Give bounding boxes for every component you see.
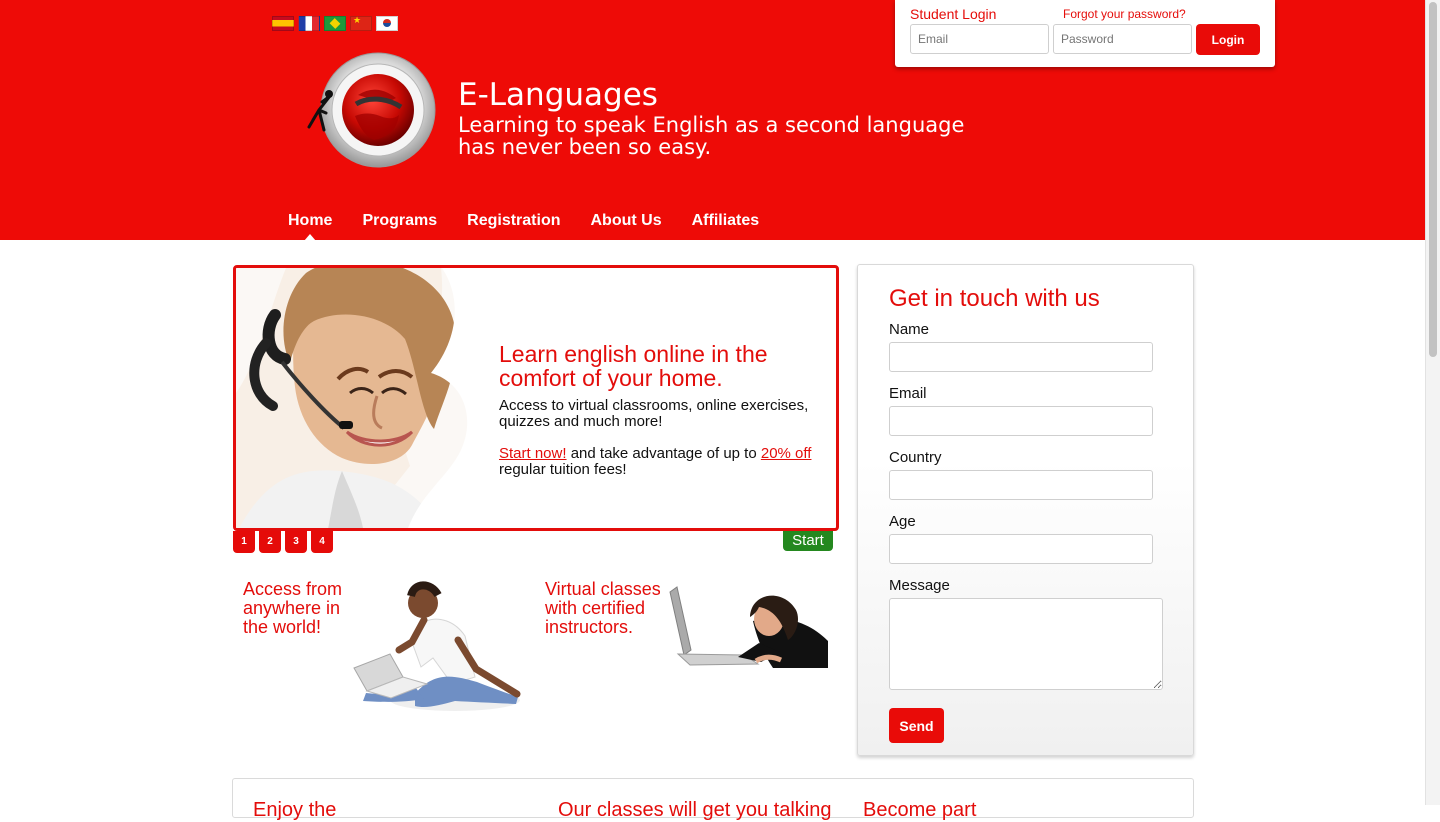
china-flag-icon[interactable] xyxy=(350,15,372,31)
login-button[interactable]: Login xyxy=(1196,24,1260,55)
hero-slider: Learn english online in the comfort of y… xyxy=(233,265,839,531)
name-input[interactable] xyxy=(889,342,1153,372)
scrollbar-thumb[interactable] xyxy=(1429,2,1437,357)
bottom-text-2: Our classes will get you talking xyxy=(558,799,832,821)
offer-text-end: regular tuition fees! xyxy=(499,461,627,478)
age-input[interactable] xyxy=(889,534,1153,564)
man-with-laptop-image xyxy=(353,581,521,711)
slide-offer-text: Start now! and take advantage of up to 2… xyxy=(499,446,829,478)
brand-subtitle: Learning to speak English as a second la… xyxy=(458,113,965,159)
korea-flag-icon[interactable] xyxy=(376,16,398,31)
bottom-text-1: Enjoy the xyxy=(253,799,337,821)
slide-3-button[interactable]: 3 xyxy=(285,531,307,553)
offer-text-middle: and take advantage of up to xyxy=(570,445,757,462)
brazil-flag-icon[interactable] xyxy=(324,16,346,31)
language-flags xyxy=(272,15,398,31)
start-now-link[interactable]: Start now! xyxy=(499,445,567,462)
nav-programs[interactable]: Programs xyxy=(362,212,437,230)
country-label: Country xyxy=(889,449,942,466)
discount-link[interactable]: 20% off xyxy=(761,445,812,462)
contact-title: Get in touch with us xyxy=(889,285,1100,312)
bottom-text-3: Become part xyxy=(863,799,977,821)
slide-body-text: Access to virtual classrooms, online exe… xyxy=(499,397,809,430)
start-button[interactable]: Start xyxy=(783,531,833,551)
login-email-input[interactable] xyxy=(910,24,1049,54)
bottom-feature-card: Enjoy the Our classes will get you talki… xyxy=(232,778,1194,821)
country-input[interactable] xyxy=(889,470,1153,500)
slider-pagination: 1 2 3 4 xyxy=(233,531,333,553)
spanish-flag-icon[interactable] xyxy=(272,16,294,31)
contact-form-card: Get in touch with us Name Email Country … xyxy=(857,264,1194,756)
message-textarea[interactable] xyxy=(889,598,1163,690)
nav-about-us[interactable]: About Us xyxy=(591,212,662,230)
nav-registration[interactable]: Registration xyxy=(467,212,560,230)
login-password-input[interactable] xyxy=(1053,24,1192,54)
brand-title: E-Languages xyxy=(458,77,658,113)
woman-with-laptop-image xyxy=(660,576,830,674)
french-flag-icon[interactable] xyxy=(298,16,320,31)
send-button[interactable]: Send xyxy=(889,708,944,743)
forgot-password-link[interactable]: Forgot your password? xyxy=(1063,7,1186,21)
message-label: Message xyxy=(889,577,950,594)
name-label: Name xyxy=(889,321,930,338)
student-login-panel: Student Login Forgot your password? Logi… xyxy=(895,0,1275,67)
page-scrollbar[interactable] xyxy=(1425,0,1440,805)
slide-1-button[interactable]: 1 xyxy=(233,531,255,553)
headset-woman-photo xyxy=(236,268,494,528)
slide-4-button[interactable]: 4 xyxy=(311,531,333,553)
nav-home[interactable]: Home xyxy=(288,212,332,241)
slide-heading: Learn english online in the comfort of y… xyxy=(499,341,768,391)
email-label: Email xyxy=(889,385,927,402)
student-login-label: Student Login xyxy=(910,6,997,22)
e-languages-logo[interactable] xyxy=(295,52,440,172)
nav-affiliates[interactable]: Affiliates xyxy=(692,212,760,230)
slide-2-button[interactable]: 2 xyxy=(259,531,281,553)
age-label: Age xyxy=(889,513,916,530)
main-navigation: Home Programs Registration About Us Affi… xyxy=(288,212,760,241)
promo-virtual-text: Virtual classes with certified instructo… xyxy=(545,579,661,637)
email-input[interactable] xyxy=(889,406,1153,436)
